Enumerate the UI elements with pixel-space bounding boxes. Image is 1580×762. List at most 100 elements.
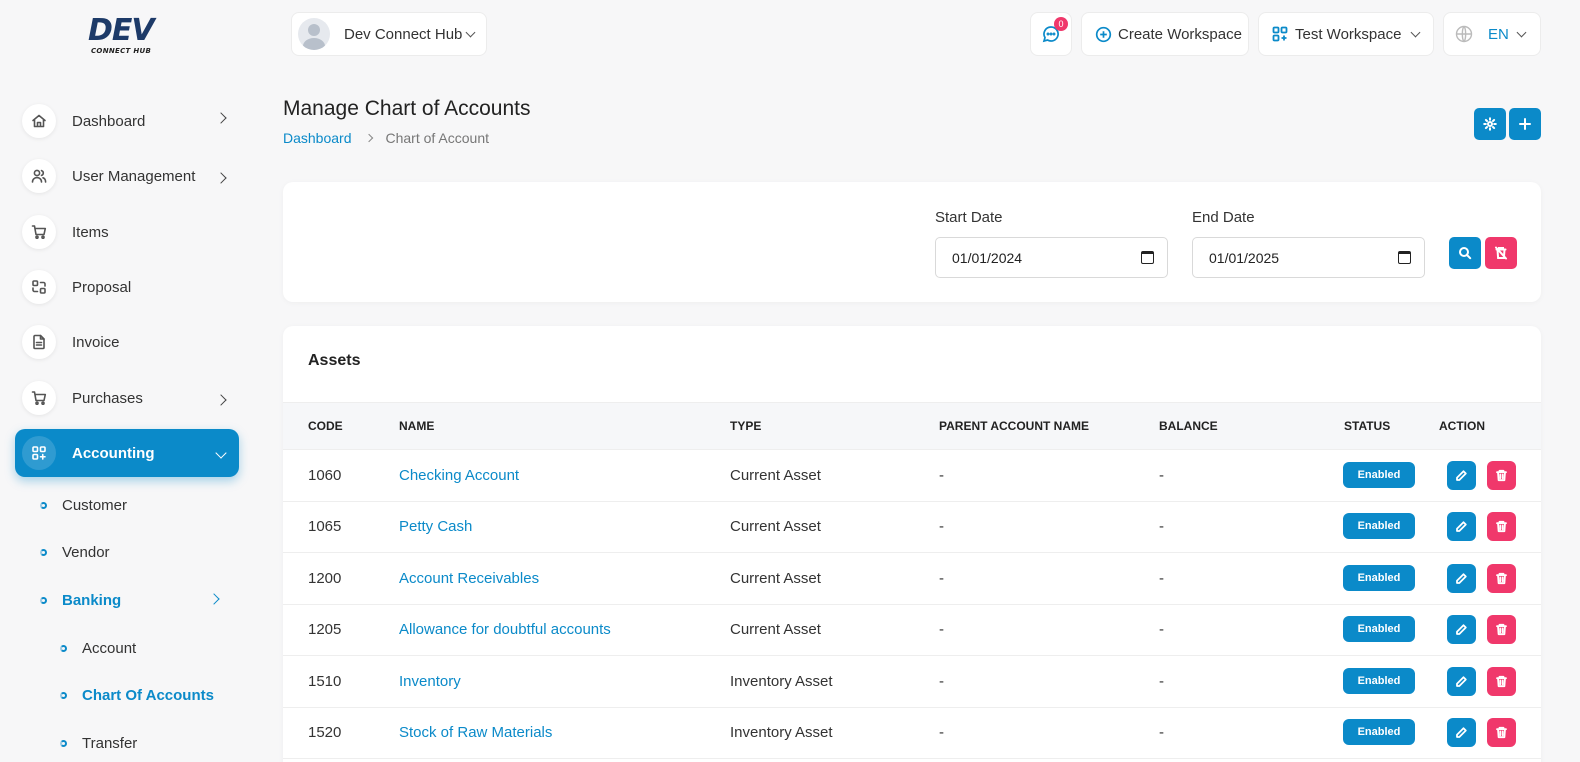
language-code: EN xyxy=(1488,25,1509,43)
trash-icon xyxy=(1496,469,1507,482)
edit-button[interactable] xyxy=(1447,564,1476,593)
cell-code: 1205 xyxy=(308,621,342,638)
workspace-dropdown[interactable]: Test Workspace xyxy=(1258,12,1434,56)
cell-name-link[interactable]: Checking Account xyxy=(399,467,519,484)
breadcrumb-current: Chart of Account xyxy=(385,130,490,146)
calendar-icon[interactable] xyxy=(1398,251,1411,264)
table-row: 1510 Inventory Inventory Asset - - Enabl… xyxy=(283,656,1541,708)
cell-parent: - xyxy=(939,467,944,484)
start-date-input[interactable]: 01/01/2024 xyxy=(935,237,1168,278)
cell-code: 1060 xyxy=(308,467,342,484)
cell-balance: - xyxy=(1159,621,1164,638)
column-header-action: ACTION xyxy=(1439,419,1485,433)
cell-code: 1200 xyxy=(308,570,342,587)
table-row: 1065 Petty Cash Current Asset - - Enable… xyxy=(283,501,1541,553)
sidebar-subitem-label: Banking xyxy=(62,591,122,609)
delete-button[interactable] xyxy=(1487,667,1516,696)
edit-button[interactable] xyxy=(1447,667,1476,696)
user-workspace-name: Dev Connect Hub xyxy=(344,25,463,43)
chevron-down-icon xyxy=(465,27,476,38)
cell-code: 1065 xyxy=(308,518,342,535)
end-date-input[interactable]: 01/01/2025 xyxy=(1192,237,1425,278)
messages-count-badge: 0 xyxy=(1054,17,1068,31)
status-badge: Enabled xyxy=(1343,668,1415,694)
language-dropdown[interactable]: EN xyxy=(1443,12,1541,56)
bullet-icon xyxy=(40,596,47,604)
sidebar-item-label: Accounting xyxy=(72,444,155,462)
avatar xyxy=(298,18,330,50)
sidebar-subitem-label: Account xyxy=(82,639,137,657)
edit-button[interactable] xyxy=(1447,512,1476,541)
sidebar-subitem-transfer[interactable]: Transfer xyxy=(60,731,137,755)
logo-text: DEV xyxy=(88,13,155,48)
settings-button[interactable] xyxy=(1474,108,1506,140)
user-workspace-dropdown[interactable]: Dev Connect Hub xyxy=(291,12,487,56)
cell-balance: - xyxy=(1159,673,1164,690)
clear-filter-button[interactable] xyxy=(1485,237,1517,269)
sidebar-item-user-management[interactable]: User Management xyxy=(15,152,239,200)
edit-button[interactable] xyxy=(1447,615,1476,644)
status-badge: Enabled xyxy=(1343,719,1415,745)
messages-button[interactable]: 0 xyxy=(1030,12,1072,56)
edit-button[interactable] xyxy=(1447,718,1476,747)
sidebar-subitem-vendor[interactable]: Vendor xyxy=(40,540,110,564)
cell-type: Current Asset xyxy=(730,518,821,535)
search-button[interactable] xyxy=(1449,237,1481,269)
trash-icon xyxy=(1496,675,1507,688)
sidebar-item-accounting[interactable]: Accounting xyxy=(15,429,239,477)
column-header-balance: BALANCE xyxy=(1159,419,1218,433)
plus-icon xyxy=(1519,118,1531,130)
edit-button[interactable] xyxy=(1447,461,1476,490)
cell-name-link[interactable]: Petty Cash xyxy=(399,518,472,535)
table-row: 1520 Stock of Raw Materials Inventory As… xyxy=(283,707,1541,759)
cell-name-link[interactable]: Account Receivables xyxy=(399,570,539,587)
sidebar-item-label: Invoice xyxy=(72,333,120,351)
sidebar-item-purchases[interactable]: Purchases xyxy=(15,374,239,422)
breadcrumb-dashboard-link[interactable]: Dashboard xyxy=(283,130,352,146)
pencil-icon xyxy=(1456,470,1467,481)
delete-button[interactable] xyxy=(1487,564,1516,593)
delete-button[interactable] xyxy=(1487,718,1516,747)
sidebar-subitem-chart-of-accounts[interactable]: Chart Of Accounts xyxy=(60,683,214,707)
trash-icon xyxy=(1496,572,1507,585)
cell-code: 1510 xyxy=(308,673,342,690)
sidebar-subitem-customer[interactable]: Customer xyxy=(40,493,127,517)
bullet-icon xyxy=(60,644,67,652)
start-date-label: Start Date xyxy=(935,209,1003,226)
start-date-value: 01/01/2024 xyxy=(952,249,1023,266)
cell-type: Current Asset xyxy=(730,467,821,484)
chevron-down-icon xyxy=(1516,27,1527,38)
column-header-code: CODE xyxy=(308,419,343,433)
sidebar-item-label: Items xyxy=(72,223,109,241)
sidebar-subitem-banking[interactable]: Banking xyxy=(40,588,220,612)
brand-logo[interactable]: DEV CONNECT HUB xyxy=(88,16,164,62)
cell-name-link[interactable]: Allowance for doubtful accounts xyxy=(399,621,611,638)
delete-button[interactable] xyxy=(1487,461,1516,490)
status-badge: Enabled xyxy=(1343,513,1415,539)
bullet-icon xyxy=(60,739,67,747)
delete-button[interactable] xyxy=(1487,615,1516,644)
delete-button[interactable] xyxy=(1487,512,1516,541)
end-date-value: 01/01/2025 xyxy=(1209,249,1280,266)
apps-icon xyxy=(22,436,56,470)
sidebar-item-items[interactable]: Items xyxy=(15,208,239,256)
cell-name-link[interactable]: Stock of Raw Materials xyxy=(399,724,552,741)
create-workspace-button[interactable]: Create Workspace xyxy=(1081,12,1249,56)
sidebar-item-proposal[interactable]: Proposal xyxy=(15,263,239,311)
add-account-button[interactable] xyxy=(1509,108,1541,140)
sidebar-item-dashboard[interactable]: Dashboard xyxy=(15,97,239,145)
chevron-right-icon xyxy=(215,394,227,406)
bullet-icon xyxy=(40,501,47,509)
sidebar-subitem-label: Transfer xyxy=(82,734,138,752)
date-filter-card: Start Date 01/01/2024 End Date 01/01/202… xyxy=(283,182,1541,302)
cell-name-link[interactable]: Inventory xyxy=(399,673,461,690)
sidebar-subitem-account[interactable]: Account xyxy=(60,636,136,660)
calendar-icon[interactable] xyxy=(1141,251,1154,264)
sidebar-item-invoice[interactable]: Invoice xyxy=(15,318,239,366)
sidebar-item-label: Dashboard xyxy=(72,112,146,130)
column-header-name: NAME xyxy=(399,419,435,433)
cell-parent: - xyxy=(939,673,944,690)
sidebar-item-label: User Management xyxy=(72,167,196,185)
cart-icon xyxy=(22,381,56,415)
sidebar-item-label: Proposal xyxy=(72,278,132,296)
